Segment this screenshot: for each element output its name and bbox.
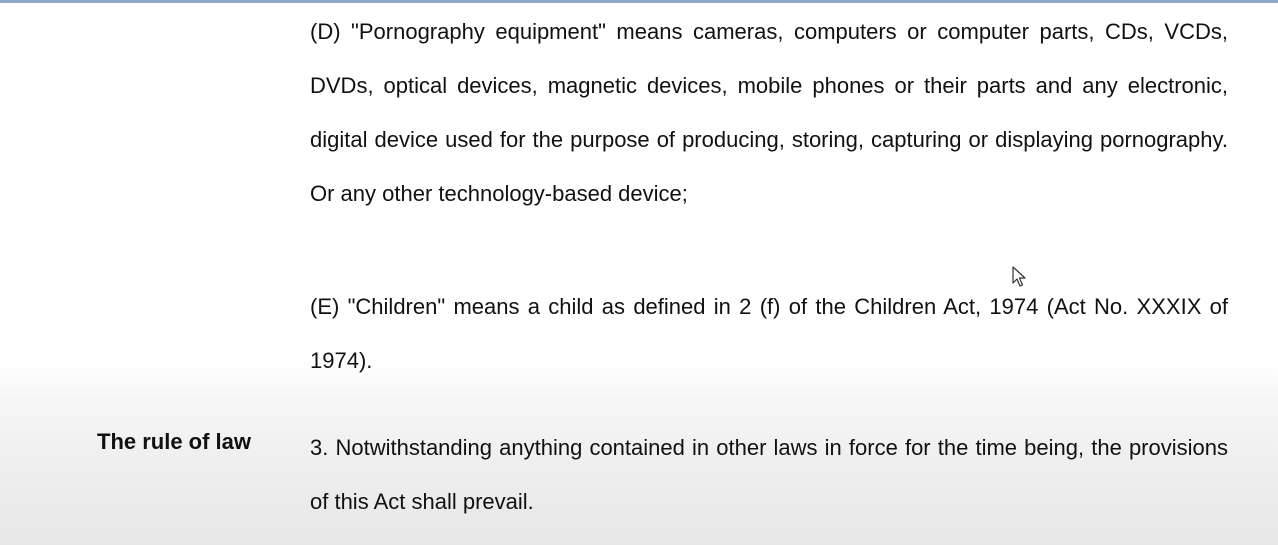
mouse-pointer-icon (1012, 266, 1026, 287)
definition-e: (E) "Children" means a child as defined … (310, 280, 1228, 388)
definition-e-text: (E) "Children" means a child as defined … (310, 294, 1228, 373)
section-margin-heading: The rule of law (97, 429, 252, 454)
definition-d-text: (D) "Pornography equipment" means camera… (310, 19, 1228, 206)
section-3: 3. Notwithstanding anything contained in… (310, 421, 1228, 529)
definition-d: (D) "Pornography equipment" means camera… (310, 5, 1228, 221)
top-border (0, 0, 1278, 3)
section-3-text: 3. Notwithstanding anything contained in… (310, 435, 1228, 514)
